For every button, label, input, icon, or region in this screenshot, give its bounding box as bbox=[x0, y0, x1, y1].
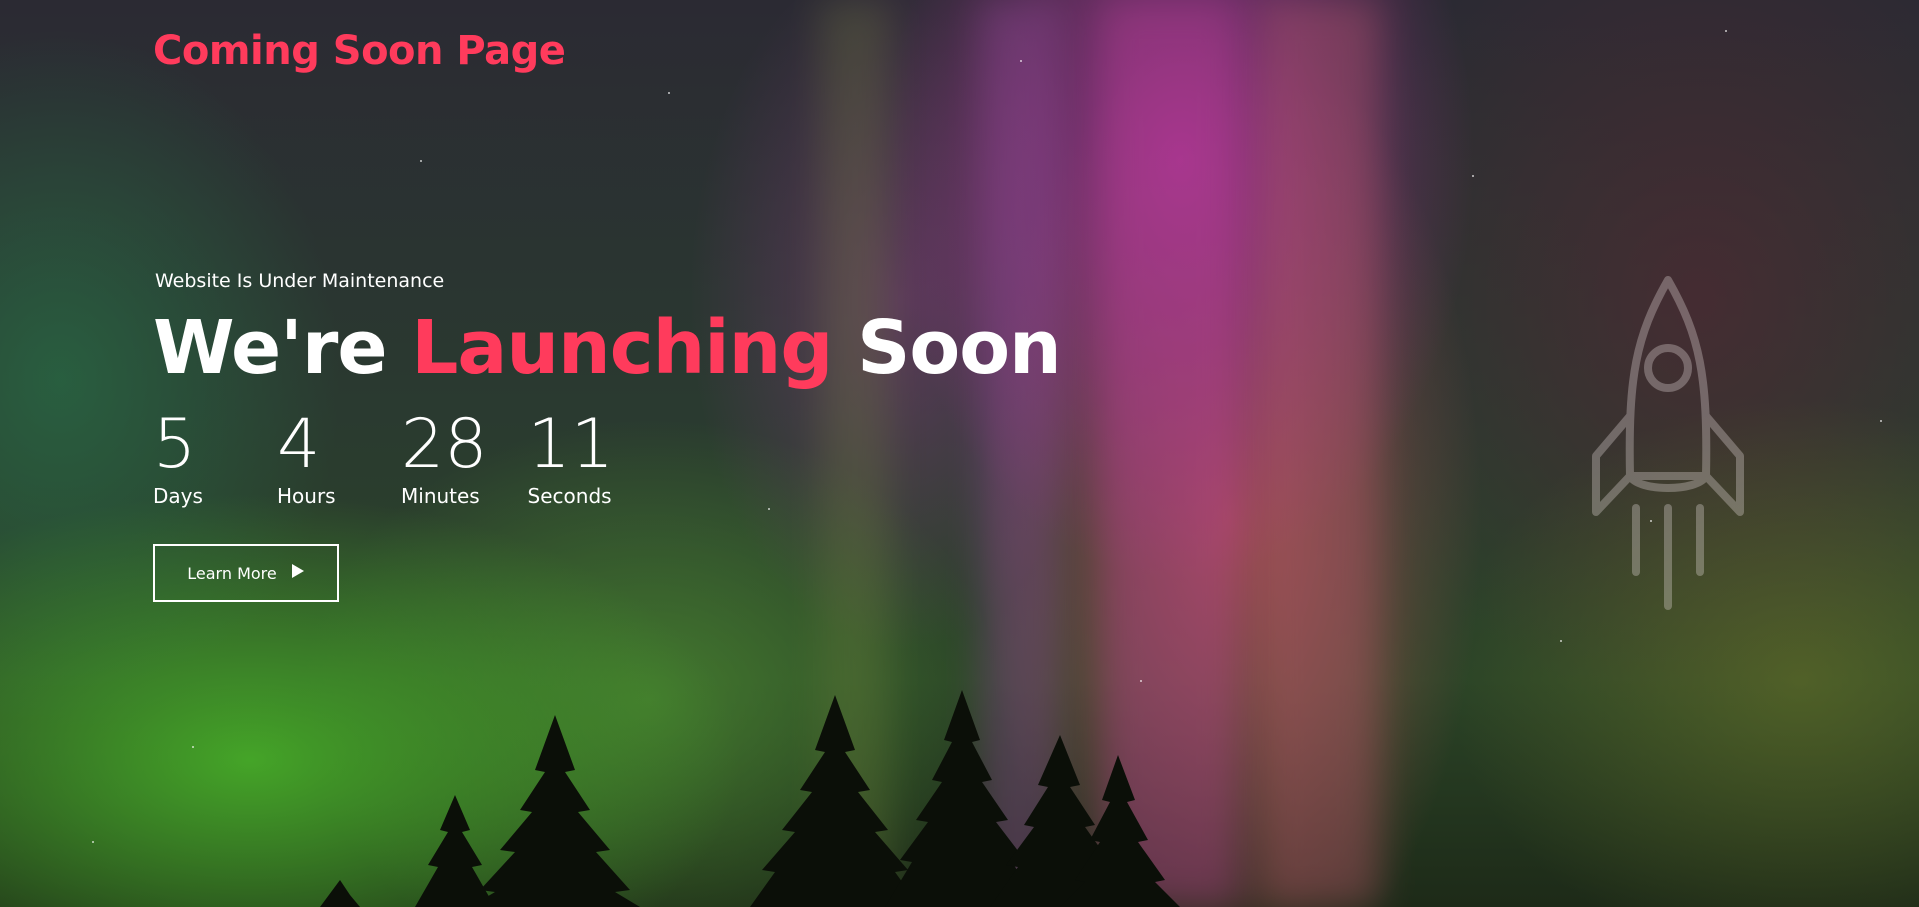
page-background: Coming Soon Page Website Is Under Mainte… bbox=[0, 0, 1919, 907]
hero-headline: We're Launching Soon bbox=[153, 302, 1062, 394]
countdown-label: Seconds bbox=[527, 484, 612, 508]
countdown-value: 5 bbox=[153, 405, 197, 484]
headline-part-2: Soon bbox=[857, 305, 1062, 391]
countdown-label: Hours bbox=[277, 484, 336, 508]
rocket-icon bbox=[1592, 276, 1744, 610]
hero-subtitle: Website Is Under Maintenance bbox=[155, 270, 445, 292]
countdown-value: 4 bbox=[277, 405, 321, 484]
countdown-days: 5 Days bbox=[153, 405, 237, 509]
countdown-value: 28 bbox=[401, 405, 488, 484]
countdown-hours: 4 Hours bbox=[277, 405, 361, 509]
play-icon bbox=[291, 563, 305, 583]
brand-title: Coming Soon Page bbox=[153, 28, 566, 74]
countdown-timer: 5 Days 4 Hours 28 Minutes 11 Seconds bbox=[153, 405, 1061, 509]
countdown-seconds: 11 Seconds bbox=[527, 405, 615, 509]
countdown-label: Minutes bbox=[401, 484, 480, 508]
learn-more-button[interactable]: Learn More bbox=[153, 544, 339, 602]
headline-accent: Launching bbox=[411, 305, 833, 391]
headline-part-1: We're bbox=[153, 305, 388, 391]
countdown-minutes: 28 Minutes bbox=[401, 405, 488, 509]
countdown-label: Days bbox=[153, 484, 203, 508]
hero-section: Website Is Under Maintenance We're Launc… bbox=[153, 270, 1062, 602]
countdown-value: 11 bbox=[527, 405, 615, 484]
learn-more-label: Learn More bbox=[187, 563, 277, 583]
